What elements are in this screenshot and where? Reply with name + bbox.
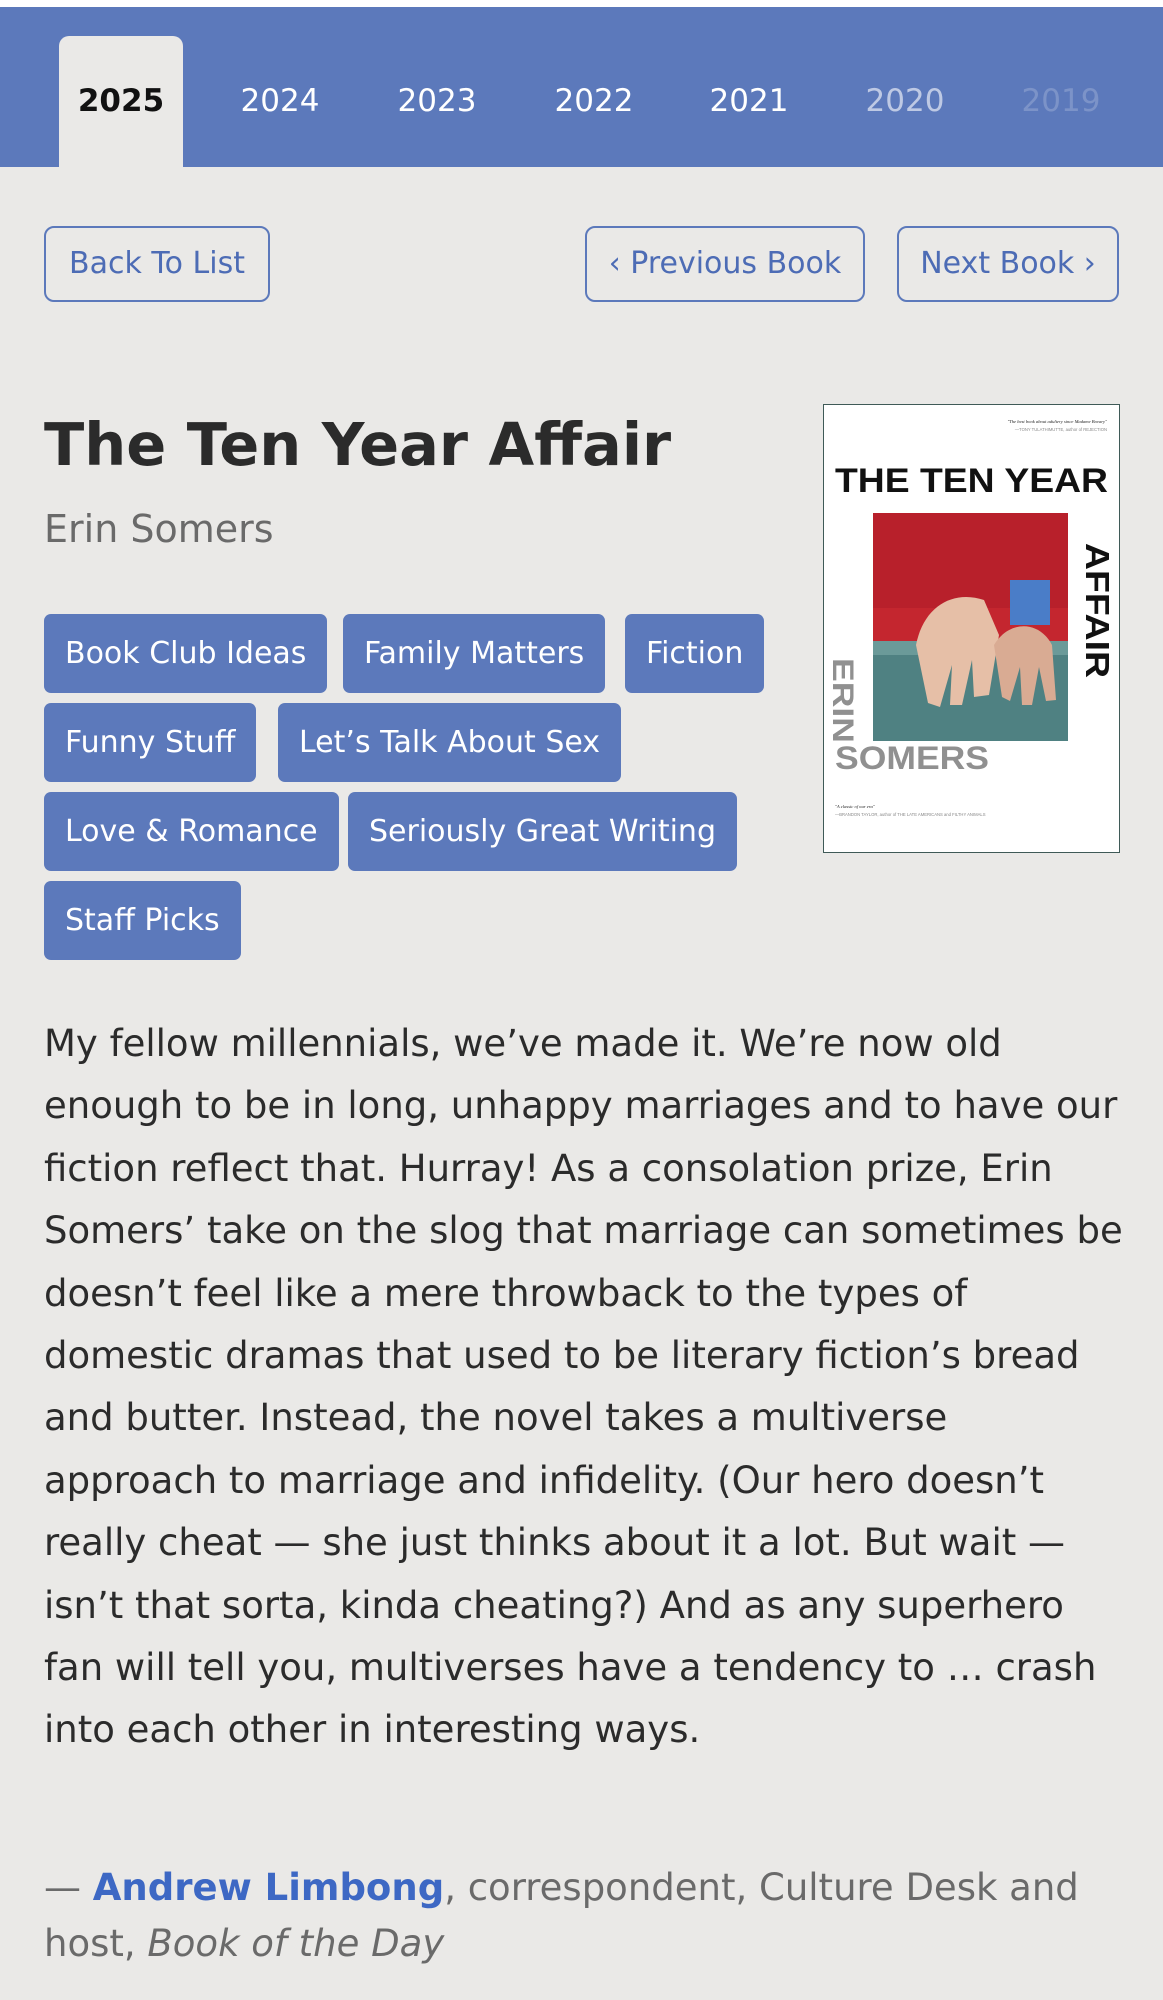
tag-love-romance[interactable]: Love & Romance bbox=[44, 792, 339, 871]
tab-2019[interactable]: 2019 bbox=[1001, 36, 1121, 167]
review-credit: — Andrew Limbong, correspondent, Culture… bbox=[44, 1860, 1129, 1972]
next-book-button[interactable]: Next Book › bbox=[897, 226, 1119, 302]
tag-book-club-ideas[interactable]: Book Club Ideas bbox=[44, 614, 328, 693]
book-author: Erin Somers bbox=[44, 507, 274, 551]
book-cover-art: "The best book about adultery since Mada… bbox=[824, 405, 1119, 852]
tab-2021[interactable]: 2021 bbox=[689, 36, 809, 167]
tag-staff-picks[interactable]: Staff Picks bbox=[44, 881, 241, 960]
previous-book-button[interactable]: ‹ Previous Book bbox=[585, 226, 865, 302]
tab-2024[interactable]: 2024 bbox=[220, 36, 340, 167]
tab-2020[interactable]: 2020 bbox=[845, 36, 965, 167]
year-tab-bar: 2025 2024 2023 2022 2021 2020 2019 bbox=[0, 7, 1163, 167]
tag-funny-stuff[interactable]: Funny Stuff bbox=[44, 703, 257, 782]
reviewer-link[interactable]: Andrew Limbong bbox=[93, 1866, 444, 1909]
cover-author-last: SOMERS bbox=[835, 740, 989, 776]
credit-prefix: — bbox=[44, 1866, 93, 1909]
tag-family-matters[interactable]: Family Matters bbox=[343, 614, 606, 693]
credit-show: Book of the Day bbox=[147, 1922, 445, 1965]
tag-seriously-great-writing[interactable]: Seriously Great Writing bbox=[348, 792, 737, 871]
cover-author-first: ERIN bbox=[826, 658, 859, 743]
tag-fiction[interactable]: Fiction bbox=[625, 614, 765, 693]
tab-2025[interactable]: 2025 bbox=[59, 36, 183, 167]
back-to-list-button[interactable]: Back To List bbox=[44, 226, 270, 302]
cover-title-line2: AFFAIR bbox=[1079, 543, 1116, 678]
cover-bottom-blurb-credit: —BRANDON TAYLOR, author of THE LATE AMER… bbox=[835, 812, 986, 817]
book-cover[interactable]: "The best book about adultery since Mada… bbox=[823, 404, 1120, 853]
cover-top-blurb-credit: —TONY TULATHIMUTTE, author of REJECTION bbox=[1015, 427, 1107, 432]
top-border bbox=[0, 0, 1163, 7]
book-title: The Ten Year Affair bbox=[44, 410, 672, 479]
tab-2022[interactable]: 2022 bbox=[534, 36, 654, 167]
review-text: My fellow millennials, we’ve made it. We… bbox=[44, 1022, 1123, 1752]
tab-2023[interactable]: 2023 bbox=[377, 36, 497, 167]
tag-lets-talk-about-sex[interactable]: Let’s Talk About Sex bbox=[278, 703, 622, 782]
cover-top-blurb: "The best book about adultery since Mada… bbox=[1007, 419, 1107, 424]
cover-title-line1: THE TEN YEAR bbox=[835, 462, 1108, 500]
cover-bottom-blurb: "A classic of our era" bbox=[835, 804, 875, 809]
